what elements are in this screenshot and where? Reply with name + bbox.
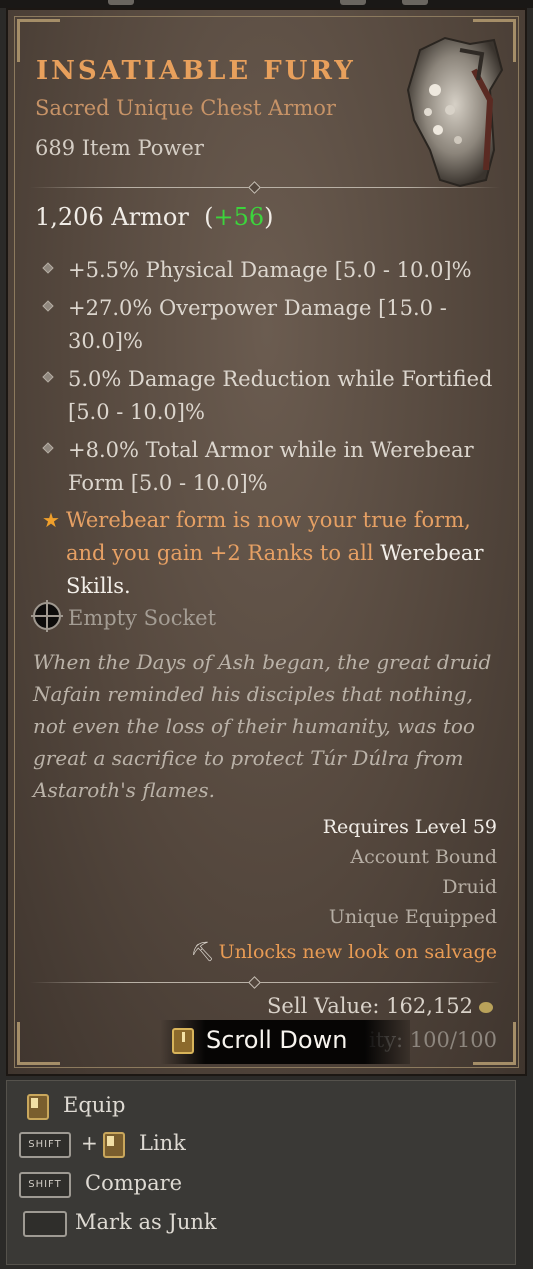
affix-text: 5.0% Damage Reduction while Fortified [5… <box>68 367 493 424</box>
armor-value: 1,206 Armor <box>35 203 189 231</box>
spacebar-key-icon <box>23 1211 67 1237</box>
action-bar: Equip SHIFT + Link SHIFT Compare Mark as… <box>6 1080 516 1265</box>
chest-armor-icon <box>406 36 504 188</box>
affix-text: +8.0% Total Armor while in Werebear Form… <box>68 438 474 495</box>
class-requirement: Druid <box>442 876 497 898</box>
mark-as-junk-action[interactable]: Mark as Junk <box>7 1206 497 1242</box>
tab-nub <box>108 0 134 5</box>
affix-text: +27.0% Overpower Damage [15.0 - 30.0]% <box>68 296 447 353</box>
socket-icon <box>31 600 63 632</box>
required-level: Requires Level 59 <box>322 816 497 838</box>
unique-equipped: Unique Equipped <box>328 906 497 928</box>
item-type: Sacred Unique Chest Armor <box>35 96 336 120</box>
item-name: INSATIABLE FURY <box>36 56 356 86</box>
unique-star-icon: ★ <box>42 508 60 532</box>
armor-stat: 1,206 Armor (+56) <box>35 203 274 231</box>
socket-label: Empty Socket <box>68 606 217 630</box>
unique-power: Werebear form is now your true form, and… <box>66 504 506 603</box>
flavor-text: When the Days of Ash began, the great dr… <box>33 650 492 802</box>
sell-value-text: Sell Value: 162,152 <box>267 994 473 1018</box>
plus-sign: + <box>81 1131 98 1155</box>
affix-text: +5.5% Physical Damage [5.0 - 10.0]% <box>68 258 472 282</box>
mouse-scroll-icon <box>172 1028 194 1054</box>
armor-bonus: +56 <box>213 203 265 231</box>
link-action[interactable]: SHIFT + Link <box>7 1127 497 1163</box>
mouse-button-icon <box>27 1094 49 1120</box>
equip-action[interactable]: Equip <box>7 1089 497 1125</box>
tab-nub <box>402 0 428 5</box>
salvage-text: Unlocks new look on salvage <box>218 941 497 963</box>
equip-label: Equip <box>63 1093 126 1117</box>
link-label: Link <box>139 1131 186 1155</box>
pickaxe-icon: ⛏ <box>190 941 215 963</box>
salvage-note: ⛏ Unlocks new look on salvage <box>191 940 497 963</box>
shift-key-icon: SHIFT <box>19 1132 71 1158</box>
tab-nub <box>340 0 366 5</box>
scroll-down-hint[interactable]: Scroll Down <box>160 1020 410 1064</box>
section-divider <box>30 976 500 989</box>
top-bar <box>0 0 533 8</box>
compare-label: Compare <box>85 1171 183 1195</box>
shift-key-icon: SHIFT <box>19 1172 71 1198</box>
mark-as-junk-label: Mark as Junk <box>75 1210 217 1234</box>
scroll-down-label: Scroll Down <box>206 1026 348 1054</box>
section-divider <box>30 181 500 194</box>
mouse-button-icon <box>103 1132 125 1158</box>
gold-coin-icon <box>479 1002 493 1013</box>
compare-action[interactable]: SHIFT Compare <box>7 1167 497 1203</box>
frame-corner <box>17 1022 60 1065</box>
item-power: 689 Item Power <box>35 136 204 160</box>
account-bound: Account Bound <box>350 846 497 868</box>
sell-value: Sell Value: 162,152 <box>267 994 493 1018</box>
